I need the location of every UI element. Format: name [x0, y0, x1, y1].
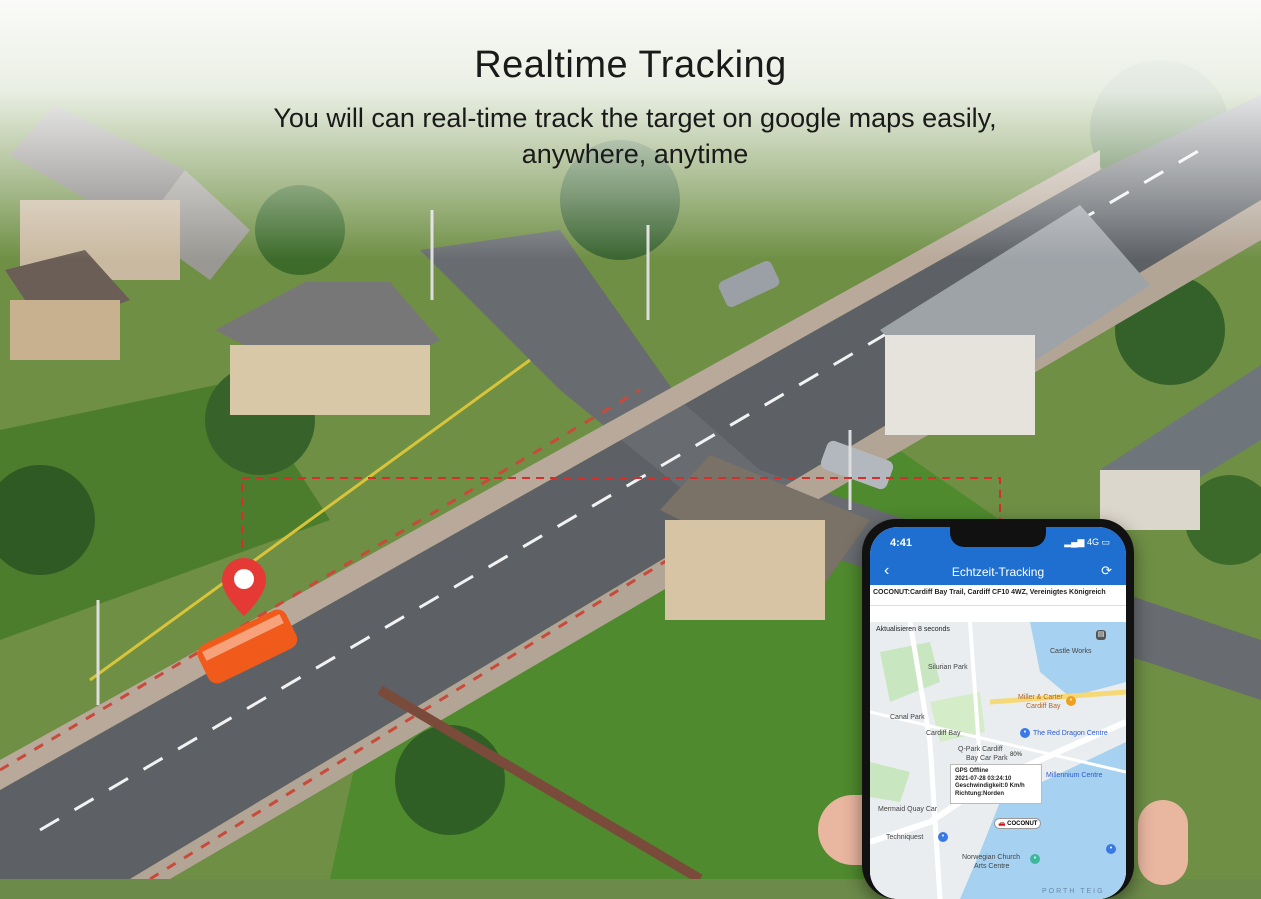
- map-label: Q-Park Cardiff: [958, 746, 1003, 753]
- app-nav-bar: ‹ Echtzeit-Tracking ⟳: [870, 559, 1126, 585]
- status-time: 4:41: [890, 537, 913, 549]
- map-label: Silurian Park: [928, 664, 968, 671]
- map-label: Cardiff Bay: [926, 730, 961, 737]
- map-label: Miller & Carter: [1018, 694, 1063, 701]
- gps-status: GPS Offline: [955, 768, 989, 774]
- map-label: Canal Park: [890, 714, 925, 721]
- refresh-interval: Aktualisieren 8 seconds: [876, 626, 950, 633]
- layers-icon[interactable]: ▤: [1096, 630, 1106, 640]
- location-icon[interactable]: •: [1106, 844, 1116, 854]
- restaurant-icon[interactable]: •: [1066, 696, 1076, 706]
- app-title: Echtzeit-Tracking: [951, 565, 1045, 579]
- phone-screen: 4:41 ▂▄▆ 4G ▭ ‹ Echtzeit-Tracking ⟳ COCO…: [870, 527, 1126, 899]
- map-label: Mermaid Quay Car: [878, 806, 938, 813]
- church-icon[interactable]: •: [1030, 854, 1040, 864]
- page-title: Realtime Tracking: [474, 44, 787, 86]
- signal-icon: ▂▄▆ 4G ▭: [1064, 537, 1110, 547]
- map-label: PORTH TEIG: [1042, 888, 1105, 895]
- map-label: Norwegian Church: [962, 854, 1020, 861]
- museum-icon[interactable]: •: [938, 832, 948, 842]
- map-label: Castle Works: [1050, 648, 1092, 655]
- vehicle-name: COCONUT: [1007, 821, 1038, 827]
- page-subtitle: You will can real-time track the target …: [273, 103, 997, 169]
- refresh-icon[interactable]: ⟳: [1101, 563, 1112, 579]
- right-fingers: [1138, 800, 1188, 885]
- landmark-icon[interactable]: •: [1020, 728, 1030, 738]
- camera-notch: [950, 527, 1046, 547]
- map-label: Cardiff Bay: [1026, 703, 1061, 710]
- speed: Geschwindigkeit:0 Km/h: [955, 783, 1025, 789]
- status-bar: 4:41 ▂▄▆ 4G ▭: [870, 527, 1126, 559]
- map-label: Millennium Centre: [1046, 772, 1103, 779]
- battery-level: 80%: [1010, 752, 1023, 758]
- map-label: Techniquest: [886, 834, 924, 841]
- map-label: The Red Dragon Centre: [1033, 730, 1108, 737]
- vehicle-marker[interactable]: 🚗 COCONUT: [994, 818, 1042, 829]
- network-type: 4G: [1086, 537, 1099, 547]
- direction: Richtung:Norden: [955, 790, 1004, 797]
- tracking-map[interactable]: Aktualisieren 8 seconds ▤ Castle Works S…: [870, 622, 1126, 899]
- map-label: Bay Car Park: [966, 755, 1008, 762]
- device-address: COCONUT:Cardiff Bay Trail, Cardiff CF10 …: [870, 585, 1126, 606]
- map-label: Arts Centre: [974, 863, 1010, 870]
- timestamp: 2021-07-28 03:24:10: [955, 775, 1012, 782]
- smartphone: 4:41 ▂▄▆ 4G ▭ ‹ Echtzeit-Tracking ⟳ COCO…: [862, 519, 1134, 899]
- vehicle-info-popup: GPS Offline 2021-07-28 03:24:10 Geschwin…: [950, 764, 1042, 804]
